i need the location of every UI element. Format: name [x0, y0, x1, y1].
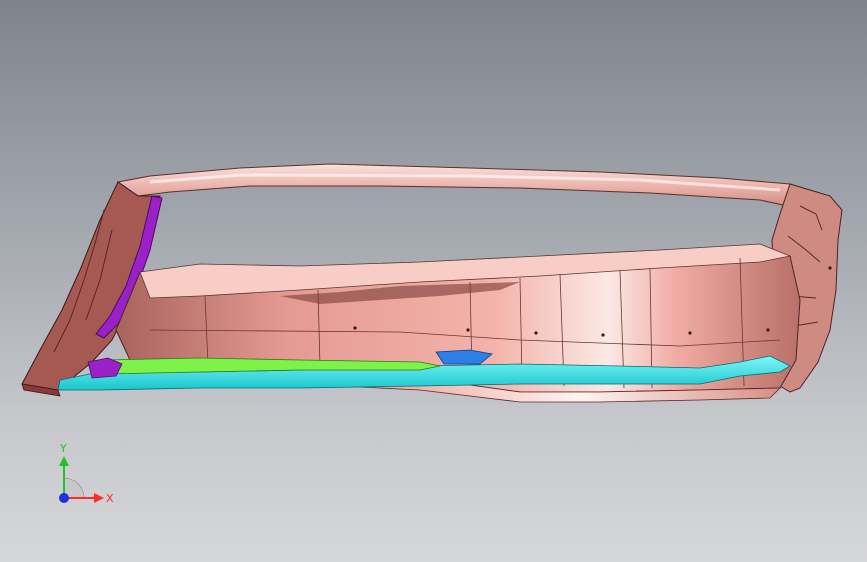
- y-axis-label: Y: [59, 442, 67, 455]
- coordinate-triad: Y X: [59, 442, 114, 505]
- bumper-3d-model[interactable]: [0, 0, 867, 562]
- cad-graphics-viewport[interactable]: Y X: [0, 0, 867, 562]
- x-axis-arrow: [94, 493, 104, 503]
- z-axis-dot: [59, 493, 69, 503]
- y-axis-arrow: [59, 456, 69, 466]
- x-axis-label: X: [106, 492, 114, 505]
- upper-rail: [116, 163, 839, 213]
